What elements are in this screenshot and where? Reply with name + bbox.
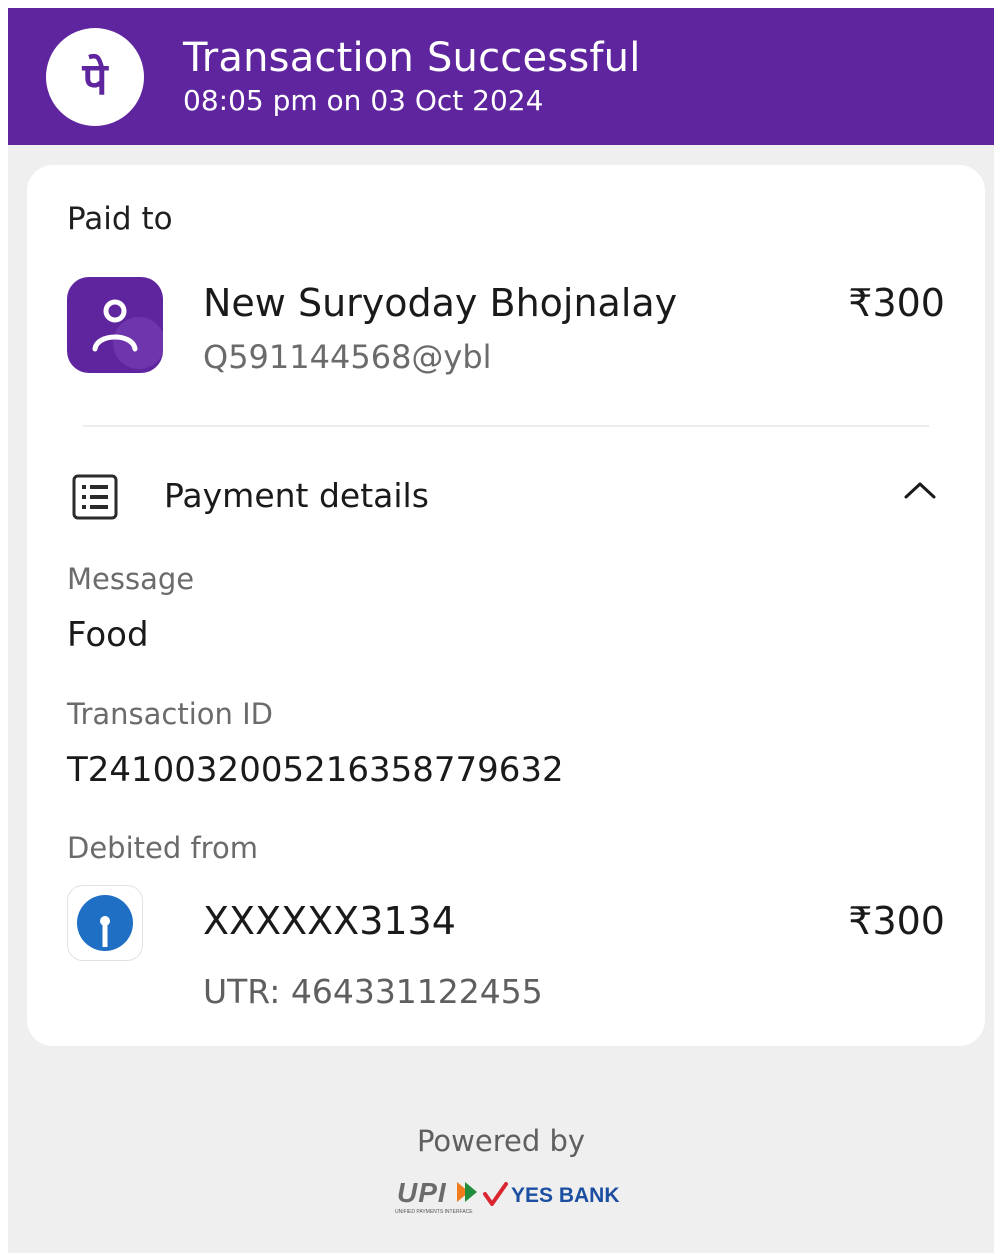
sbi-logo-mark	[77, 895, 133, 951]
person-icon	[92, 299, 163, 369]
paid-amount: ₹300	[848, 281, 945, 325]
debited-account-number: XXXXXX3134	[203, 899, 456, 943]
footer-logos: UPI UNIFIED PAYMENTS INTERFACE YES BANK	[393, 1176, 633, 1216]
transaction-status-title: Transaction Successful	[183, 35, 641, 81]
payee-upi-id: Q591144568@ybl	[203, 338, 492, 376]
paid-to-heading: Paid to	[67, 201, 173, 237]
transaction-id-label: Transaction ID	[67, 697, 274, 731]
debited-from-label: Debited from	[67, 831, 258, 865]
upi-logo-icon: UPI UNIFIED PAYMENTS INTERFACE	[395, 1177, 508, 1215]
payee-avatar[interactable]	[67, 277, 163, 373]
utr-number[interactable]: UTR: 464331122455	[203, 971, 543, 1013]
message-label: Message	[67, 562, 195, 596]
phonepe-logo-icon: पे	[82, 53, 110, 105]
sbi-bank-logo-icon	[67, 885, 143, 961]
payment-details-title: Payment details	[164, 476, 429, 515]
receipt-list-icon	[72, 474, 118, 520]
yes-bank-logo: YES BANK	[511, 1184, 620, 1207]
status-header: पे Transaction Successful 08:05 pm on 03…	[8, 8, 994, 145]
transaction-card: Paid to New Suryoday Bhojnalay Q59114456…	[27, 165, 985, 1046]
phonepe-logo: पे	[46, 28, 144, 126]
payment-details-toggle[interactable]: Payment details	[27, 455, 985, 539]
chevron-up-icon[interactable]	[903, 479, 937, 501]
powered-by-label: Powered by	[416, 1124, 586, 1158]
divider	[83, 425, 929, 427]
app-screen: पे Transaction Successful 08:05 pm on 03…	[8, 8, 994, 1253]
upi-logo-text: UPI	[397, 1177, 447, 1208]
transaction-datetime: 08:05 pm on 03 Oct 2024	[183, 84, 544, 117]
upi-tagline: UNIFIED PAYMENTS INTERFACE	[395, 1209, 473, 1215]
phonepe-logo-glyph: पे	[82, 53, 110, 105]
message-value: Food	[67, 615, 149, 655]
transaction-id-value[interactable]: T2410032005216358779632	[67, 749, 564, 791]
debited-amount: ₹300	[848, 899, 945, 943]
payee-name: New Suryoday Bhojnalay	[203, 281, 678, 325]
